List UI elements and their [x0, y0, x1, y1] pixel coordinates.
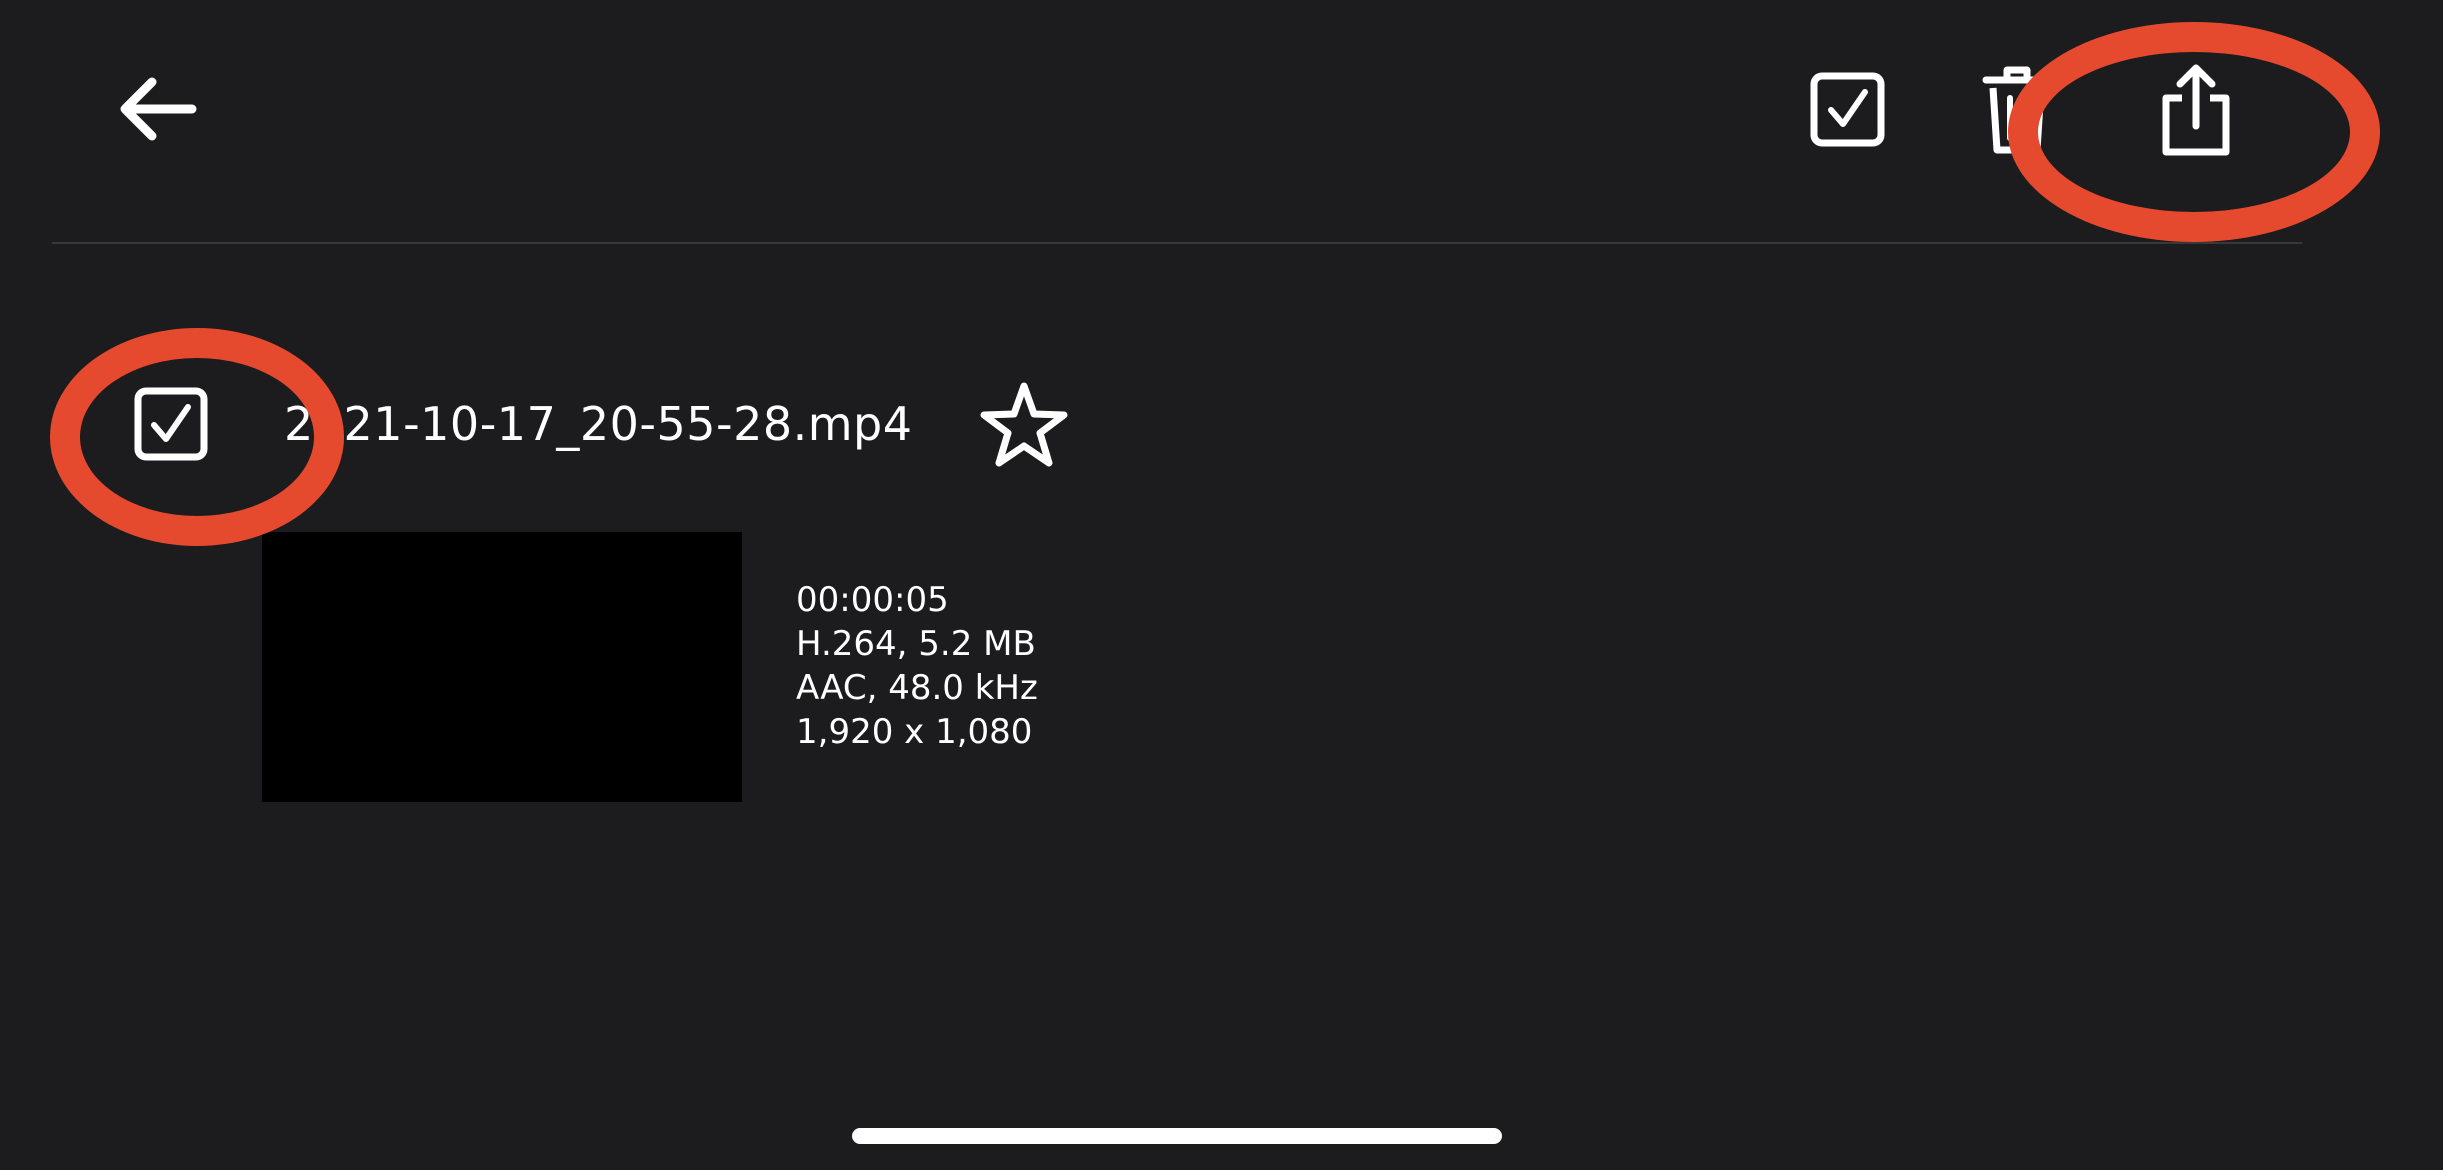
- arrow-left-icon: [120, 77, 197, 141]
- video-thumbnail[interactable]: [262, 532, 742, 802]
- favorite-button[interactable]: [978, 380, 1070, 470]
- audio-info-text: AAC, 48.0 kHz: [796, 668, 1038, 708]
- trash-icon: [1982, 66, 2052, 154]
- toolbar-divider: [52, 242, 2302, 244]
- delete-button[interactable]: [1982, 64, 2052, 154]
- share-button[interactable]: [2158, 62, 2234, 158]
- share-icon: [2162, 64, 2230, 156]
- file-name: 2021-10-17_20-55-28.mp4: [284, 397, 913, 451]
- back-button[interactable]: [118, 76, 198, 142]
- video-info-text: H.264, 5.2 MB: [796, 624, 1036, 664]
- duration-text: 00:00:05: [796, 580, 949, 620]
- file-metadata: 00:00:05 H.264, 5.2 MB AAC, 48.0 kHz 1,9…: [796, 578, 1038, 754]
- home-indicator[interactable]: [852, 1128, 1502, 1144]
- checkbox-checked-icon: [134, 387, 208, 461]
- resolution-text: 1,920 x 1,080: [796, 712, 1033, 752]
- star-outline-icon: [980, 382, 1068, 467]
- select-all-button[interactable]: [1810, 72, 1885, 147]
- item-checkbox[interactable]: [134, 387, 208, 461]
- checkbox-checked-icon: [1810, 72, 1885, 147]
